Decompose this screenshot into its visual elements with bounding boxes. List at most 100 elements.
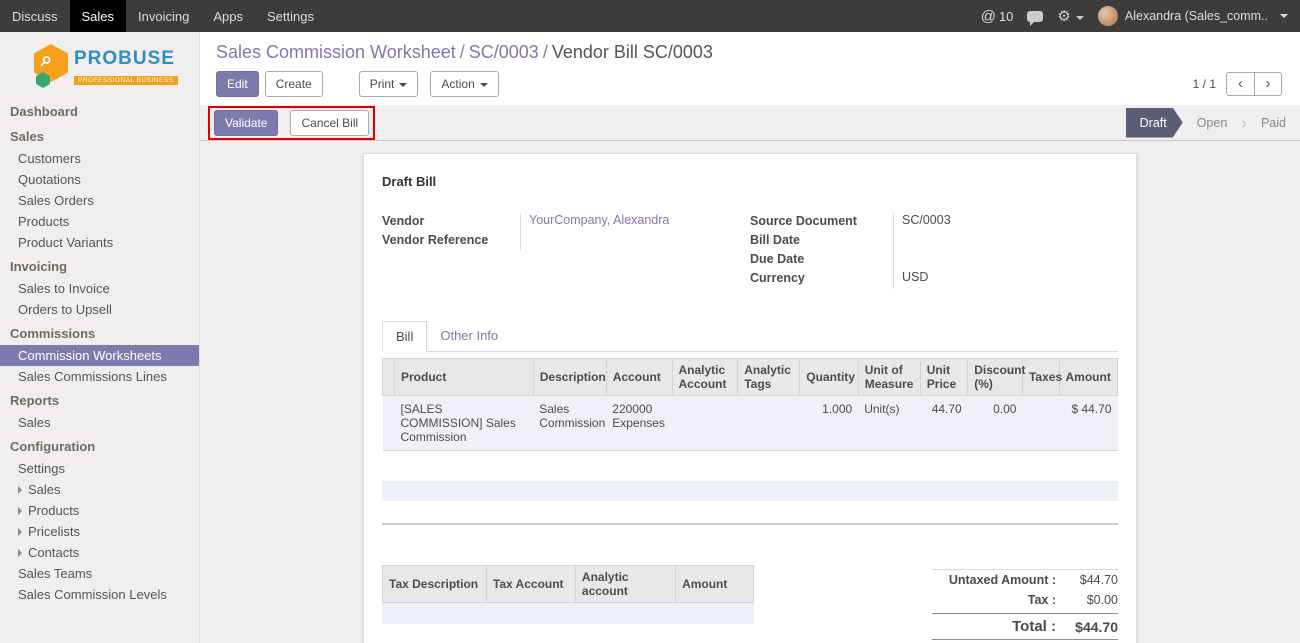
sidebar-item-settings[interactable]: Settings — [0, 458, 199, 479]
pager-next-button[interactable]: › — [1254, 72, 1282, 96]
untaxed-amount-label: Untaxed Amount : — [949, 573, 1056, 587]
chevron-down-icon — [1280, 14, 1288, 18]
annotation-highlight-box: Validate Cancel Bill — [208, 106, 375, 140]
sidebar-item-sales-orders[interactable]: Sales Orders — [0, 190, 199, 211]
col-account[interactable]: Account — [606, 359, 672, 396]
breadcrumb: Sales Commission Worksheet/SC/0003/Vendo… — [216, 42, 1282, 63]
menu-apps[interactable]: Apps — [201, 0, 255, 32]
empty-row-stripe — [382, 481, 1118, 501]
debug-menu[interactable]: ⚙ — [1057, 7, 1083, 25]
expand-arrow-icon — [18, 528, 22, 536]
tab-other-info[interactable]: Other Info — [427, 321, 511, 351]
breadcrumb-separator: / — [543, 42, 548, 62]
pager: 1 / 1 ‹ › — [1193, 72, 1282, 96]
status-pipeline: Draft Open › Paid — [1126, 108, 1300, 138]
sidebar-item-config-contacts[interactable]: Contacts — [0, 542, 199, 563]
menu-discuss[interactable]: Discuss — [0, 0, 70, 32]
top-menu: Discuss Sales Invoicing Apps Settings — [0, 0, 326, 32]
breadcrumb-sc0003-link[interactable]: SC/0003 — [469, 42, 539, 62]
status-open[interactable]: Open — [1183, 108, 1242, 138]
currency-label: Currency — [750, 270, 893, 285]
breadcrumb-worksheet-link[interactable]: Sales Commission Worksheet — [216, 42, 456, 62]
menu-invoicing[interactable]: Invoicing — [126, 0, 201, 32]
invoice-lines-table: Product Description Account Analytic Acc… — [382, 358, 1118, 451]
cell-unit-price: 44.70 — [920, 396, 967, 451]
sidebar-item-commission-worksheets[interactable]: Commission Worksheets — [0, 345, 199, 366]
bill-date-value — [893, 232, 1118, 251]
sidebar-item-sales-teams[interactable]: Sales Teams — [0, 563, 199, 584]
user-name: Alexandra (Sales_comm.. — [1125, 9, 1268, 23]
col-taxes[interactable]: Taxes — [1022, 359, 1059, 396]
bill-date-label: Bill Date — [750, 232, 893, 247]
col-unit-of-measure[interactable]: Unit of Measure — [858, 359, 920, 396]
cancel-bill-button[interactable]: Cancel Bill — [290, 110, 369, 136]
top-navbar: Discuss Sales Invoicing Apps Settings @ … — [0, 0, 1300, 32]
sidebar-section-reports[interactable]: Reports — [0, 387, 199, 412]
sidebar-item-orders-to-upsell[interactable]: Orders to Upsell — [0, 299, 199, 320]
breadcrumb-current: Vendor Bill SC/0003 — [552, 42, 713, 62]
tax-value: $0.00 — [1056, 593, 1118, 607]
empty-space — [382, 501, 1118, 523]
debug-icon: ⚙ — [1057, 8, 1070, 25]
sidebar-item-config-pricelists[interactable]: Pricelists — [0, 521, 199, 542]
edit-button[interactable]: Edit — [216, 71, 259, 97]
source-document-value: SC/0003 — [893, 213, 1118, 232]
user-menu[interactable]: Alexandra (Sales_comm.. — [1098, 6, 1288, 26]
sidebar-item-sales-to-invoice[interactable]: Sales to Invoice — [0, 278, 199, 299]
col-description[interactable]: Description — [533, 359, 606, 396]
sidebar-item-customers[interactable]: Customers — [0, 148, 199, 169]
col-tax-analytic-account: Analytic account — [575, 566, 675, 603]
create-button[interactable]: Create — [265, 71, 323, 97]
brand-tagline: PROFESSIONAL BUSINESS — [74, 76, 178, 85]
sidebar-section-commissions[interactable]: Commissions — [0, 320, 199, 345]
sidebar-section-configuration[interactable]: Configuration — [0, 433, 199, 458]
empty-row-stripe — [382, 603, 754, 624]
validate-button[interactable]: Validate — [214, 110, 278, 136]
tab-bill[interactable]: Bill — [382, 321, 427, 352]
cell-quantity: 1.000 — [800, 396, 858, 451]
empty-space — [382, 451, 1118, 481]
sidebar-item-reports-sales[interactable]: Sales — [0, 412, 199, 433]
col-discount[interactable]: Discount (%) — [968, 359, 1023, 396]
vendor-label: Vendor — [382, 213, 520, 228]
sidebar-item-dashboard[interactable]: Dashboard — [0, 98, 199, 123]
print-dropdown[interactable]: Print — [359, 71, 419, 97]
breadcrumb-separator: / — [460, 42, 465, 62]
messages-icon[interactable] — [1027, 11, 1043, 22]
sidebar-section-invoicing[interactable]: Invoicing — [0, 253, 199, 278]
empty-space — [382, 525, 1118, 565]
sidebar: PROBUSE PROFESSIONAL BUSINESS Dashboard … — [0, 32, 200, 643]
action-dropdown[interactable]: Action — [430, 71, 498, 97]
status-paid[interactable]: Paid — [1247, 108, 1300, 138]
col-amount[interactable]: Amount — [1059, 359, 1118, 396]
notebook-tabs: Bill Other Info — [382, 321, 1118, 352]
total-label: Total : — [1012, 618, 1056, 635]
menu-sales[interactable]: Sales — [70, 0, 127, 32]
sidebar-section-sales[interactable]: Sales — [0, 123, 199, 148]
expand-arrow-icon — [18, 507, 22, 515]
cell-amount: $ 44.70 — [1059, 396, 1118, 451]
sidebar-item-sales-commissions-lines[interactable]: Sales Commissions Lines — [0, 366, 199, 387]
sidebar-item-product-variants[interactable]: Product Variants — [0, 232, 199, 253]
sidebar-item-quotations[interactable]: Quotations — [0, 169, 199, 190]
cell-analytic-tags — [738, 396, 800, 451]
sidebar-item-products[interactable]: Products — [0, 211, 199, 232]
table-row[interactable]: [SALES COMMISSION] Sales Commission Sale… — [383, 396, 1118, 451]
col-unit-price[interactable]: Unit Price — [920, 359, 967, 396]
sidebar-item-config-sales[interactable]: Sales — [0, 479, 199, 500]
col-analytic-account[interactable]: Analytic Account — [672, 359, 738, 396]
chevron-down-icon — [399, 83, 407, 87]
menu-settings[interactable]: Settings — [255, 0, 326, 32]
handle-column — [383, 359, 395, 396]
col-product[interactable]: Product — [395, 359, 534, 396]
col-analytic-tags[interactable]: Analytic Tags — [738, 359, 800, 396]
col-tax-amount: Amount — [676, 566, 754, 603]
mention-counter[interactable]: @ 10 — [981, 8, 1014, 25]
pager-previous-button[interactable]: ‹ — [1226, 72, 1254, 96]
sidebar-item-sales-commission-levels[interactable]: Sales Commission Levels — [0, 584, 199, 605]
col-quantity[interactable]: Quantity — [800, 359, 858, 396]
vendor-value[interactable]: YourCompany, Alexandra — [520, 213, 750, 232]
sidebar-item-config-products[interactable]: Products — [0, 500, 199, 521]
expand-arrow-icon — [18, 549, 22, 557]
status-draft[interactable]: Draft — [1126, 108, 1183, 138]
